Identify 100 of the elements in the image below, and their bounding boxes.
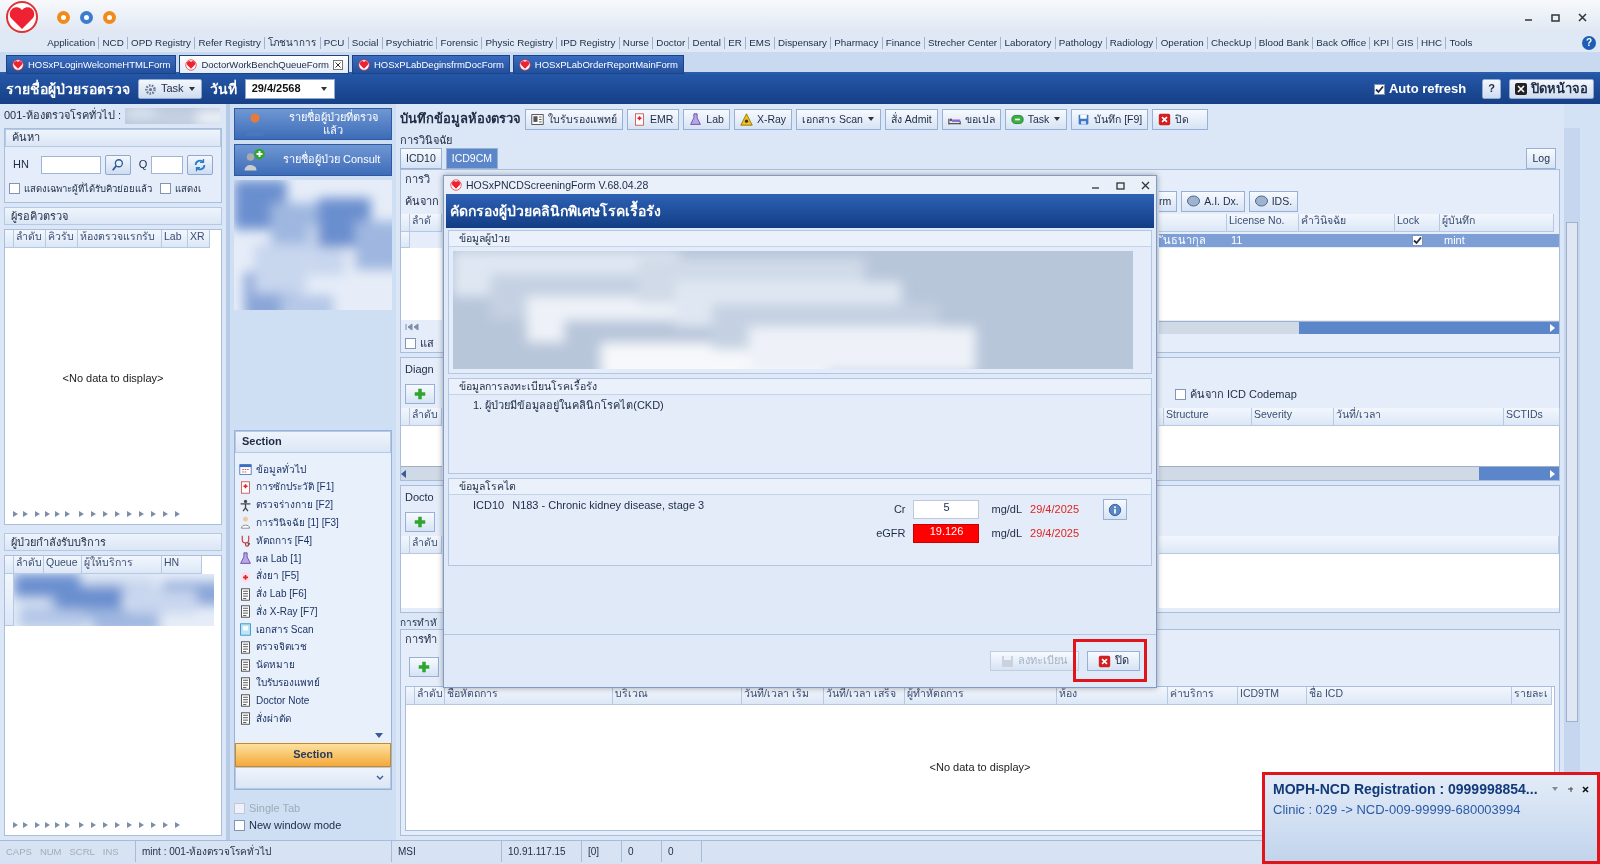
close-icon[interactable]	[1141, 180, 1150, 190]
toolbar-button[interactable]: rm	[1159, 190, 1178, 212]
menu-item[interactable]: ER	[724, 37, 746, 49]
section-button[interactable]: Section	[235, 742, 391, 767]
menu-item[interactable]: Social	[347, 37, 382, 49]
document-tab[interactable]: DoctorWorkBenchQueueForm	[179, 55, 349, 74]
menu-item[interactable]: Dental	[688, 37, 725, 49]
toolbar-button[interactable]: บันทึก [F9]	[1071, 108, 1149, 130]
close-icon[interactable]	[1577, 11, 1588, 23]
close-icon[interactable]	[1582, 785, 1589, 793]
checkbox[interactable]	[234, 819, 245, 831]
section-item[interactable]: สั่ง X-Ray [F7]	[239, 603, 387, 621]
close-screen-button[interactable]: ปิดหน้าจอ	[1509, 79, 1594, 99]
menu-item[interactable]: KPI	[1369, 37, 1393, 49]
section-item[interactable]: ตรวจจิตเวช	[239, 638, 387, 657]
checkbox[interactable]	[160, 183, 171, 195]
menu-item[interactable]: Strecher Center	[923, 37, 1001, 49]
menu-item[interactable]: โภชนาการ	[264, 37, 320, 49]
help-button[interactable]: ?	[1582, 36, 1596, 50]
add-button[interactable]	[405, 512, 435, 533]
menu-item[interactable]: Doctor	[652, 37, 689, 49]
info-button[interactable]	[1103, 499, 1127, 520]
toolbar-button[interactable]: A.I. Dx.	[1181, 190, 1245, 212]
section-item[interactable]: นัดหมาย	[239, 656, 387, 675]
menu-item[interactable]: PCU	[319, 37, 348, 49]
section-item[interactable]: สั่งยา [F5]	[239, 567, 387, 586]
collapse-bar[interactable]	[235, 766, 391, 789]
checkbox[interactable]	[405, 337, 416, 349]
section-item[interactable]: หัตถการ [F4]	[239, 531, 387, 550]
tab[interactable]: ICD10	[400, 148, 442, 170]
checkbox[interactable]	[1175, 388, 1186, 400]
document-tab[interactable]: HOSxPLabOrderReportMainForm	[512, 55, 684, 74]
section-item[interactable]: ตรวจร่างกาย [F2]	[239, 496, 387, 514]
menu-item[interactable]: Back Office	[1312, 37, 1370, 49]
menu-item[interactable]: Application	[44, 37, 99, 49]
close-icon[interactable]	[333, 59, 343, 70]
nav-button[interactable]: รายชื่อผู้ป่วยที่ตรวจแล้ว	[234, 108, 392, 140]
toolbar-button[interactable]: Lab	[683, 108, 730, 130]
section-item[interactable]: สั่ง Lab [F6]	[239, 585, 387, 603]
toolbar-button[interactable]: X-Ray	[733, 108, 793, 130]
menu-item[interactable]: OPD Registry	[126, 37, 195, 49]
menu-item[interactable]: Psychiatric	[381, 37, 437, 49]
log-button[interactable]: Log	[1526, 148, 1556, 170]
document-tab[interactable]: HOSxPLoginWelcomeHTMLForm	[6, 55, 177, 74]
document-tab[interactable]: HOSxPLabDeginsfrmDocForm	[352, 55, 510, 74]
add-button[interactable]	[405, 384, 435, 405]
section-item[interactable]: การวินิจฉัย [1] [F3]	[239, 514, 387, 532]
toolbar-button[interactable]: ปิด	[1152, 108, 1209, 130]
menu-item[interactable]: Pharmacy	[830, 37, 882, 49]
toolbar-button[interactable]: Task	[1004, 108, 1068, 130]
menu-item[interactable]: Dispensary	[773, 37, 831, 49]
section-item[interactable]: ผล Lab [1]	[239, 549, 387, 568]
section-item[interactable]: สั่งผ่าตัด	[239, 709, 387, 728]
refresh-button[interactable]	[187, 155, 213, 175]
q-field[interactable]	[151, 156, 183, 174]
menu-item[interactable]: GIS	[1392, 37, 1417, 49]
tab[interactable]: การวิ	[401, 172, 430, 186]
help-button[interactable]: ?	[1482, 79, 1501, 99]
menu-item[interactable]: Laboratory	[1000, 37, 1055, 49]
toolbar-button[interactable]: เอกสาร Scan	[796, 108, 881, 130]
date-field[interactable]: 29/4/2568	[244, 79, 335, 99]
menu-item[interactable]: Finance	[881, 37, 924, 49]
restore-icon[interactable]	[1550, 11, 1561, 23]
toolbar-button[interactable]: IDS.	[1248, 190, 1299, 212]
menu-item[interactable]: Refer Registry	[194, 37, 265, 49]
menu-item[interactable]: Physic Registry	[481, 37, 557, 49]
menu-item[interactable]: Operation	[1156, 37, 1207, 49]
menu-item[interactable]: Forensic	[436, 37, 482, 49]
menu-item[interactable]: Tools	[1445, 37, 1476, 49]
checkbox[interactable]	[1373, 83, 1385, 95]
tab[interactable]: การทำ	[401, 632, 437, 646]
menu-item[interactable]: EMS	[745, 37, 774, 49]
menu-item[interactable]: CheckUp	[1206, 37, 1255, 49]
nav-button[interactable]: รายชื่อผู้ป่วย Consult	[234, 144, 392, 176]
pin-icon[interactable]	[1567, 785, 1574, 793]
toolbar-button[interactable]: EMR	[627, 108, 680, 130]
add-button[interactable]	[409, 657, 439, 678]
hn-field[interactable]	[40, 156, 101, 174]
section-item[interactable]: ข้อมูลทั่วไป	[239, 460, 387, 479]
maximize-icon[interactable]	[1116, 180, 1125, 190]
checkbox[interactable]	[1412, 234, 1423, 246]
toolbar-button[interactable]: ใบรับรองแพทย์	[525, 108, 623, 130]
section-item[interactable]: ใบรับรองแพทย์	[239, 674, 387, 692]
menu-item[interactable]: Blood Bank	[1254, 37, 1312, 49]
section-item[interactable]: การซักประวัติ [F1]	[239, 478, 387, 497]
section-item[interactable]: เอกสาร Scan	[239, 620, 387, 639]
menu-item[interactable]: HHC	[1416, 37, 1446, 49]
checkbox[interactable]	[9, 183, 20, 195]
search-button[interactable]	[104, 155, 131, 175]
section-item[interactable]: Doctor Note	[239, 692, 387, 710]
menu-item[interactable]: NCD	[98, 37, 127, 49]
task-button[interactable]: Task	[138, 79, 202, 99]
toolbar-button[interactable]: สั่ง Admit	[884, 108, 938, 130]
menu-item[interactable]: IPD Registry	[556, 37, 619, 49]
toolbar-button[interactable]: ขอเปล	[941, 108, 1001, 130]
menu-item[interactable]: Pathology	[1054, 37, 1106, 49]
close-button[interactable]: ปิด	[1087, 651, 1140, 671]
menu-item[interactable]: Radiology	[1105, 37, 1157, 49]
tab[interactable]: ICD9CM	[445, 148, 499, 170]
menu-item[interactable]: Nurse	[618, 37, 653, 49]
